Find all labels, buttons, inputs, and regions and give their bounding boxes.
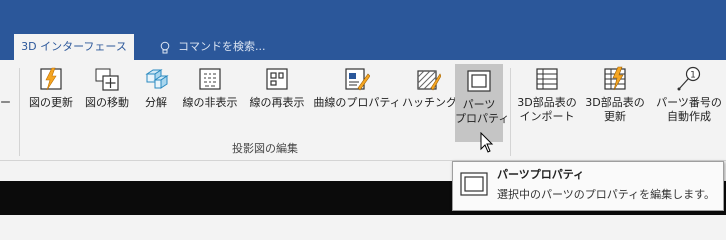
hatching-label: ハッチング	[402, 96, 457, 109]
update-bom-label-1: 3D部品表の	[585, 96, 645, 109]
part-properties-icon	[466, 68, 492, 94]
mouse-cursor-icon	[480, 132, 494, 153]
update-view-label: 図の更新	[29, 96, 73, 109]
update-view-icon	[38, 66, 64, 92]
group-label-edit-views: 投影図の編集	[232, 142, 298, 155]
hide-lines-button[interactable]: 線の非表示	[178, 66, 242, 126]
part-properties-label-1: パーツ	[462, 98, 496, 111]
explode-icon	[143, 66, 169, 92]
auto-part-number-button[interactable]: 1 パーツ番号の 自動作成	[652, 66, 726, 126]
move-view-label: 図の移動	[85, 96, 129, 109]
auto-part-number-label-1: パーツ番号の	[656, 96, 722, 109]
move-view-button[interactable]: 図の移動	[80, 66, 134, 126]
svg-text:1: 1	[690, 71, 696, 81]
tell-me-box[interactable]: コマンドを検索...	[160, 34, 266, 60]
show-lines-icon	[264, 66, 290, 92]
show-lines-button[interactable]: 線の再表示	[245, 66, 309, 126]
tell-me-placeholder: コマンドを検索...	[178, 40, 266, 53]
hide-lines-label: 線の非表示	[182, 96, 238, 109]
part-properties-label-2: プロパティ	[455, 112, 510, 125]
update-bom-icon	[602, 66, 628, 92]
tooltip-part-properties: パーツプロパティ 選択中のパーツのプロパティを編集します。	[452, 161, 724, 211]
curve-properties-label: 曲線のプロパティ	[313, 96, 401, 109]
import-bom-label-2: インポート	[519, 110, 575, 123]
explode-label: 分解	[145, 96, 167, 109]
import-3d-bom-button[interactable]: 3D部品表の インポート	[514, 66, 580, 126]
title-bar	[0, 0, 726, 34]
tab-3d-interface[interactable]: 3D インターフェース	[14, 34, 134, 60]
lightbulb-icon	[160, 41, 170, 53]
part-properties-button[interactable]: パーツ プロパティ	[455, 64, 510, 142]
group-separator	[510, 68, 511, 156]
move-view-icon	[94, 66, 120, 92]
tooltip-description: 選択中のパーツのプロパティを編集します。	[497, 188, 716, 201]
update-3d-bom-button[interactable]: 3D部品表の 更新	[582, 66, 648, 126]
balloon-number-icon: 1	[676, 66, 702, 92]
hide-lines-icon	[197, 66, 223, 92]
import-bom-label-1: 3D部品表の	[517, 96, 577, 109]
show-lines-label: 線の再表示	[249, 96, 305, 109]
update-bom-label-2: 更新	[604, 110, 626, 123]
import-bom-icon	[534, 66, 560, 92]
hatching-icon	[415, 66, 442, 92]
auto-part-number-label-2: 自動作成	[667, 110, 711, 123]
curve-properties-button[interactable]: 曲線のプロパティ	[313, 66, 401, 126]
tooltip-title: パーツプロパティ	[497, 168, 585, 181]
group-separator	[19, 68, 20, 156]
partial-button-label: ー	[0, 96, 11, 109]
curve-properties-icon	[344, 66, 371, 92]
update-view-button[interactable]: 図の更新	[24, 66, 78, 126]
hatching-button[interactable]: ハッチング	[402, 66, 457, 126]
part-properties-icon	[460, 170, 488, 198]
explode-button[interactable]: 分解	[138, 66, 174, 126]
ribbon-panel: ー 図の更新 図の移動 分解 線の非表示 線の再表示 曲線のプロパティ ハッチン…	[0, 60, 726, 161]
partial-button[interactable]: ー	[0, 66, 14, 126]
